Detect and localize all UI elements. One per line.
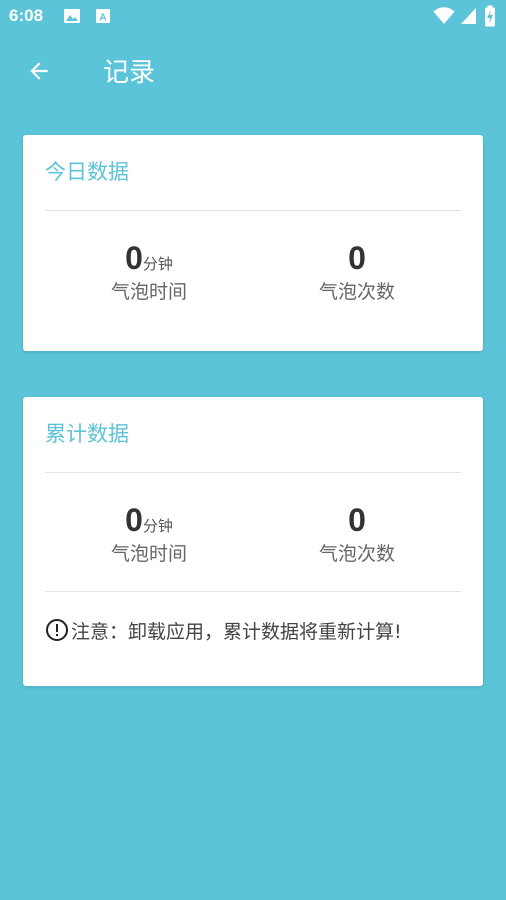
bubble-time-label: 气泡时间 — [110, 281, 187, 303]
bubble-time-label: 气泡时间 — [110, 543, 187, 565]
bubble-time-value: 0 — [125, 240, 143, 276]
divider — [45, 210, 461, 211]
status-time: 6:08 — [9, 6, 44, 25]
notice-text: 注意：卸载应用，累计数据将重新计算! — [71, 620, 402, 643]
card-title: 累计数据 — [45, 422, 129, 446]
total-data-card: 累计数据 0分钟 气泡时间 0 气泡次数 注意：卸载应用，累计数据将重新计算! — [23, 397, 483, 686]
card-title: 今日数据 — [45, 160, 129, 184]
bubble-time-stat: 0分钟 气泡时间 — [49, 500, 249, 568]
divider — [45, 591, 461, 592]
signal-icon — [460, 7, 477, 29]
divider — [45, 472, 461, 473]
image-icon — [63, 8, 81, 28]
bubble-time-unit: 分钟 — [142, 255, 173, 273]
arrow-left-icon — [26, 58, 52, 88]
text-a-icon: A — [95, 8, 111, 28]
back-button[interactable] — [20, 56, 58, 90]
bubble-time-stat: 0分钟 气泡时间 — [49, 238, 249, 306]
today-data-card: 今日数据 0分钟 气泡时间 0 气泡次数 — [23, 135, 483, 351]
bubble-count-value: 0 — [348, 502, 366, 538]
notice: 注意：卸载应用，累计数据将重新计算! — [45, 615, 402, 645]
status-bar: 6:08 A — [0, 0, 506, 34]
bubble-time-value: 0 — [125, 502, 143, 538]
bubble-count-label: 气泡次数 — [318, 281, 395, 303]
bubble-count-label: 气泡次数 — [318, 543, 395, 565]
page-title: 记录 — [103, 58, 156, 88]
bubble-count-stat: 0 气泡次数 — [257, 500, 457, 568]
exclamation-circle-icon — [45, 618, 69, 642]
bubble-count-value: 0 — [348, 240, 366, 276]
bubble-count-stat: 0 气泡次数 — [257, 238, 457, 306]
svg-text:A: A — [99, 13, 106, 24]
battery-charging-icon — [484, 5, 496, 31]
wifi-icon — [433, 7, 455, 29]
bubble-time-unit: 分钟 — [142, 517, 173, 535]
app-bar: 记录 — [0, 34, 506, 114]
